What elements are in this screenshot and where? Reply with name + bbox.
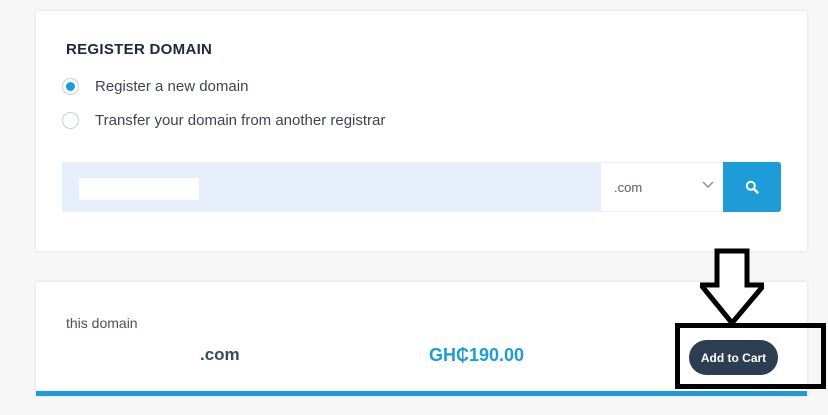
domain-search-bar: .com bbox=[62, 162, 781, 212]
radio-register-new[interactable] bbox=[62, 78, 79, 95]
option-register-new-label: Register a new domain bbox=[95, 78, 249, 95]
domain-input[interactable] bbox=[62, 162, 601, 212]
domain-result-card: this domain .com GH₵190.00 Add to Cart bbox=[36, 282, 826, 396]
option-register-new[interactable]: Register a new domain bbox=[62, 78, 248, 95]
domain-price: GH₵190.00 bbox=[429, 345, 525, 365]
option-transfer-label: Transfer your domain from another regist… bbox=[95, 112, 386, 129]
this-domain-label: this domain bbox=[66, 315, 138, 331]
register-domain-title: REGISTER DOMAIN bbox=[66, 41, 213, 58]
redacted-domain-text bbox=[79, 178, 199, 200]
down-arrow-icon bbox=[700, 248, 764, 326]
add-to-cart-button[interactable]: Add to Cart bbox=[689, 340, 778, 375]
radio-transfer[interactable] bbox=[62, 112, 79, 129]
register-domain-card: REGISTER DOMAIN Register a new domain Tr… bbox=[36, 11, 807, 251]
search-icon bbox=[745, 180, 759, 194]
result-accent-bar bbox=[36, 391, 807, 396]
result-tld: .com bbox=[200, 345, 240, 364]
tld-select[interactable]: .com bbox=[601, 162, 723, 212]
chevron-down-icon bbox=[702, 181, 714, 189]
search-button[interactable] bbox=[723, 162, 781, 212]
tld-select-value: .com bbox=[614, 180, 643, 195]
option-transfer[interactable]: Transfer your domain from another regist… bbox=[62, 112, 385, 129]
